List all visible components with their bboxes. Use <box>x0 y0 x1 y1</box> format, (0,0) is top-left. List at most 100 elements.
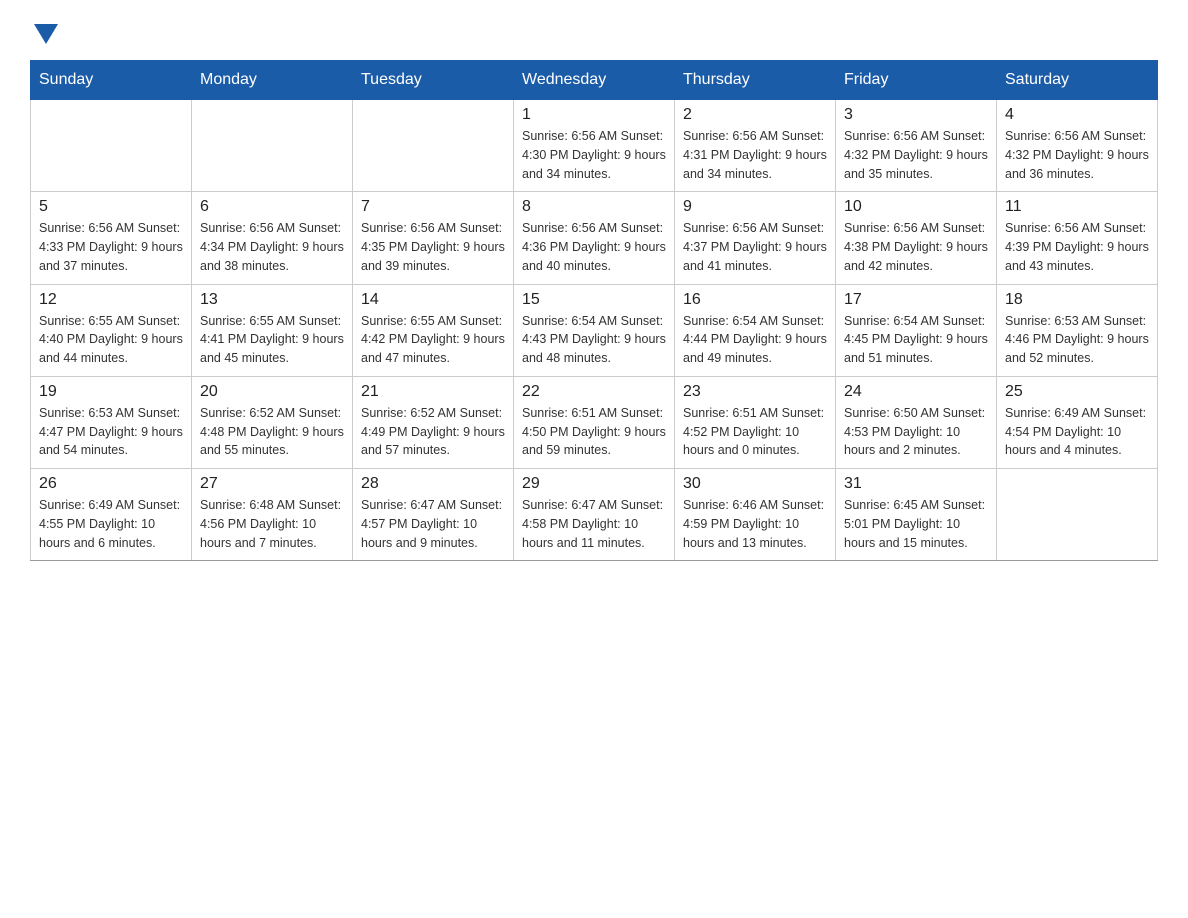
day-info: Sunrise: 6:56 AM Sunset: 4:39 PM Dayligh… <box>1005 219 1149 275</box>
day-number: 22 <box>522 383 666 401</box>
calendar-cell: 28 Sunrise: 6:47 AM Sunset: 4:57 PM Dayli… <box>353 469 514 561</box>
day-info: Sunrise: 6:45 AM Sunset: 5:01 PM Dayligh… <box>844 496 988 552</box>
calendar-cell: 1Sunrise: 6:56 AM Sunset: 4:30 PM Daylig… <box>514 100 675 192</box>
day-number: 25 <box>1005 383 1149 401</box>
calendar-cell: 13 Sunrise: 6:55 AM Sunset: 4:41 PM Dayli… <box>192 284 353 376</box>
day-info: Sunrise: 6:56 AM Sunset: 4:34 PM Dayligh… <box>200 219 344 275</box>
calendar-cell: 6Sunrise: 6:56 AM Sunset: 4:34 PM Daylig… <box>192 192 353 284</box>
day-number: 5 <box>39 198 183 216</box>
day-number: 8 <box>522 198 666 216</box>
day-number: 29 <box>522 475 666 493</box>
day-info: Sunrise: 6:46 AM Sunset: 4:59 PM Dayligh… <box>683 496 827 552</box>
day-number: 15 <box>522 291 666 309</box>
day-number: 30 <box>683 475 827 493</box>
day-info: Sunrise: 6:55 AM Sunset: 4:41 PM Dayligh… <box>200 312 344 368</box>
day-number: 27 <box>200 475 344 493</box>
day-info: Sunrise: 6:47 AM Sunset: 4:58 PM Dayligh… <box>522 496 666 552</box>
day-info: Sunrise: 6:56 AM Sunset: 4:35 PM Dayligh… <box>361 219 505 275</box>
day-number: 13 <box>200 291 344 309</box>
weekday-header-friday: Friday <box>836 61 997 100</box>
day-number: 31 <box>844 475 988 493</box>
calendar-week-row: 12 Sunrise: 6:55 AM Sunset: 4:40 PM Dayli… <box>31 284 1158 376</box>
day-number: 28 <box>361 475 505 493</box>
day-info: Sunrise: 6:51 AM Sunset: 4:50 PM Dayligh… <box>522 404 666 460</box>
weekday-header-thursday: Thursday <box>675 61 836 100</box>
day-number: 12 <box>39 291 183 309</box>
day-number: 9 <box>683 198 827 216</box>
calendar-cell: 11Sunrise: 6:56 AM Sunset: 4:39 PM Dayli… <box>997 192 1158 284</box>
day-number: 17 <box>844 291 988 309</box>
weekday-header-tuesday: Tuesday <box>353 61 514 100</box>
day-info: Sunrise: 6:50 AM Sunset: 4:53 PM Dayligh… <box>844 404 988 460</box>
calendar-cell: 18 Sunrise: 6:53 AM Sunset: 4:46 PM Dayli… <box>997 284 1158 376</box>
calendar-cell: 7 Sunrise: 6:56 AM Sunset: 4:35 PM Daylig… <box>353 192 514 284</box>
day-info: Sunrise: 6:56 AM Sunset: 4:31 PM Dayligh… <box>683 127 827 183</box>
weekday-header-saturday: Saturday <box>997 61 1158 100</box>
calendar-header-row: SundayMondayTuesdayWednesdayThursdayFrid… <box>31 61 1158 100</box>
calendar-cell: 2Sunrise: 6:56 AM Sunset: 4:31 PM Daylig… <box>675 100 836 192</box>
calendar-cell: 31 Sunrise: 6:45 AM Sunset: 5:01 PM Dayli… <box>836 469 997 561</box>
calendar-week-row: 19 Sunrise: 6:53 AM Sunset: 4:47 PM Dayli… <box>31 376 1158 468</box>
calendar-cell <box>31 100 192 192</box>
day-info: Sunrise: 6:56 AM Sunset: 4:32 PM Dayligh… <box>844 127 988 183</box>
day-info: Sunrise: 6:48 AM Sunset: 4:56 PM Dayligh… <box>200 496 344 552</box>
calendar-cell: 24 Sunrise: 6:50 AM Sunset: 4:53 PM Dayli… <box>836 376 997 468</box>
day-number: 24 <box>844 383 988 401</box>
day-number: 10 <box>844 198 988 216</box>
day-info: Sunrise: 6:49 AM Sunset: 4:55 PM Dayligh… <box>39 496 183 552</box>
calendar-cell: 15 Sunrise: 6:54 AM Sunset: 4:43 PM Dayli… <box>514 284 675 376</box>
day-number: 18 <box>1005 291 1149 309</box>
calendar-cell: 14 Sunrise: 6:55 AM Sunset: 4:42 PM Dayli… <box>353 284 514 376</box>
calendar-cell: 10 Sunrise: 6:56 AM Sunset: 4:38 PM Dayli… <box>836 192 997 284</box>
weekday-header-monday: Monday <box>192 61 353 100</box>
calendar-cell <box>192 100 353 192</box>
day-number: 23 <box>683 383 827 401</box>
day-info: Sunrise: 6:49 AM Sunset: 4:54 PM Dayligh… <box>1005 404 1149 460</box>
calendar-cell: 17 Sunrise: 6:54 AM Sunset: 4:45 PM Dayli… <box>836 284 997 376</box>
logo <box>30 20 58 44</box>
calendar-week-row: 26 Sunrise: 6:49 AM Sunset: 4:55 PM Dayli… <box>31 469 1158 561</box>
day-number: 26 <box>39 475 183 493</box>
calendar-cell: 9 Sunrise: 6:56 AM Sunset: 4:37 PM Daylig… <box>675 192 836 284</box>
calendar-cell: 21 Sunrise: 6:52 AM Sunset: 4:49 PM Dayli… <box>353 376 514 468</box>
calendar-table: SundayMondayTuesdayWednesdayThursdayFrid… <box>30 60 1158 561</box>
day-number: 21 <box>361 383 505 401</box>
day-info: Sunrise: 6:56 AM Sunset: 4:32 PM Dayligh… <box>1005 127 1149 183</box>
logo-triangle-icon <box>34 24 58 44</box>
calendar-cell: 25 Sunrise: 6:49 AM Sunset: 4:54 PM Dayli… <box>997 376 1158 468</box>
calendar-cell: 4 Sunrise: 6:56 AM Sunset: 4:32 PM Daylig… <box>997 100 1158 192</box>
day-info: Sunrise: 6:52 AM Sunset: 4:49 PM Dayligh… <box>361 404 505 460</box>
calendar-cell <box>997 469 1158 561</box>
day-number: 7 <box>361 198 505 216</box>
day-info: Sunrise: 6:51 AM Sunset: 4:52 PM Dayligh… <box>683 404 827 460</box>
day-info: Sunrise: 6:56 AM Sunset: 4:37 PM Dayligh… <box>683 219 827 275</box>
day-info: Sunrise: 6:53 AM Sunset: 4:47 PM Dayligh… <box>39 404 183 460</box>
day-info: Sunrise: 6:55 AM Sunset: 4:42 PM Dayligh… <box>361 312 505 368</box>
day-number: 19 <box>39 383 183 401</box>
calendar-cell: 20Sunrise: 6:52 AM Sunset: 4:48 PM Dayli… <box>192 376 353 468</box>
day-info: Sunrise: 6:54 AM Sunset: 4:45 PM Dayligh… <box>844 312 988 368</box>
calendar-cell: 19 Sunrise: 6:53 AM Sunset: 4:47 PM Dayli… <box>31 376 192 468</box>
calendar-week-row: 1Sunrise: 6:56 AM Sunset: 4:30 PM Daylig… <box>31 100 1158 192</box>
weekday-header-sunday: Sunday <box>31 61 192 100</box>
day-number: 4 <box>1005 106 1149 124</box>
day-info: Sunrise: 6:56 AM Sunset: 4:33 PM Dayligh… <box>39 219 183 275</box>
day-number: 14 <box>361 291 505 309</box>
calendar-cell <box>353 100 514 192</box>
day-info: Sunrise: 6:56 AM Sunset: 4:38 PM Dayligh… <box>844 219 988 275</box>
calendar-cell: 22 Sunrise: 6:51 AM Sunset: 4:50 PM Dayli… <box>514 376 675 468</box>
day-info: Sunrise: 6:47 AM Sunset: 4:57 PM Dayligh… <box>361 496 505 552</box>
calendar-cell: 26 Sunrise: 6:49 AM Sunset: 4:55 PM Dayli… <box>31 469 192 561</box>
day-number: 16 <box>683 291 827 309</box>
day-info: Sunrise: 6:54 AM Sunset: 4:43 PM Dayligh… <box>522 312 666 368</box>
weekday-header-wednesday: Wednesday <box>514 61 675 100</box>
calendar-cell: 3 Sunrise: 6:56 AM Sunset: 4:32 PM Daylig… <box>836 100 997 192</box>
day-number: 3 <box>844 106 988 124</box>
calendar-cell: 23 Sunrise: 6:51 AM Sunset: 4:52 PM Dayli… <box>675 376 836 468</box>
day-info: Sunrise: 6:52 AM Sunset: 4:48 PM Dayligh… <box>200 404 344 460</box>
calendar-week-row: 5 Sunrise: 6:56 AM Sunset: 4:33 PM Daylig… <box>31 192 1158 284</box>
calendar-cell: 29 Sunrise: 6:47 AM Sunset: 4:58 PM Dayli… <box>514 469 675 561</box>
day-info: Sunrise: 6:53 AM Sunset: 4:46 PM Dayligh… <box>1005 312 1149 368</box>
day-info: Sunrise: 6:56 AM Sunset: 4:36 PM Dayligh… <box>522 219 666 275</box>
day-info: Sunrise: 6:55 AM Sunset: 4:40 PM Dayligh… <box>39 312 183 368</box>
